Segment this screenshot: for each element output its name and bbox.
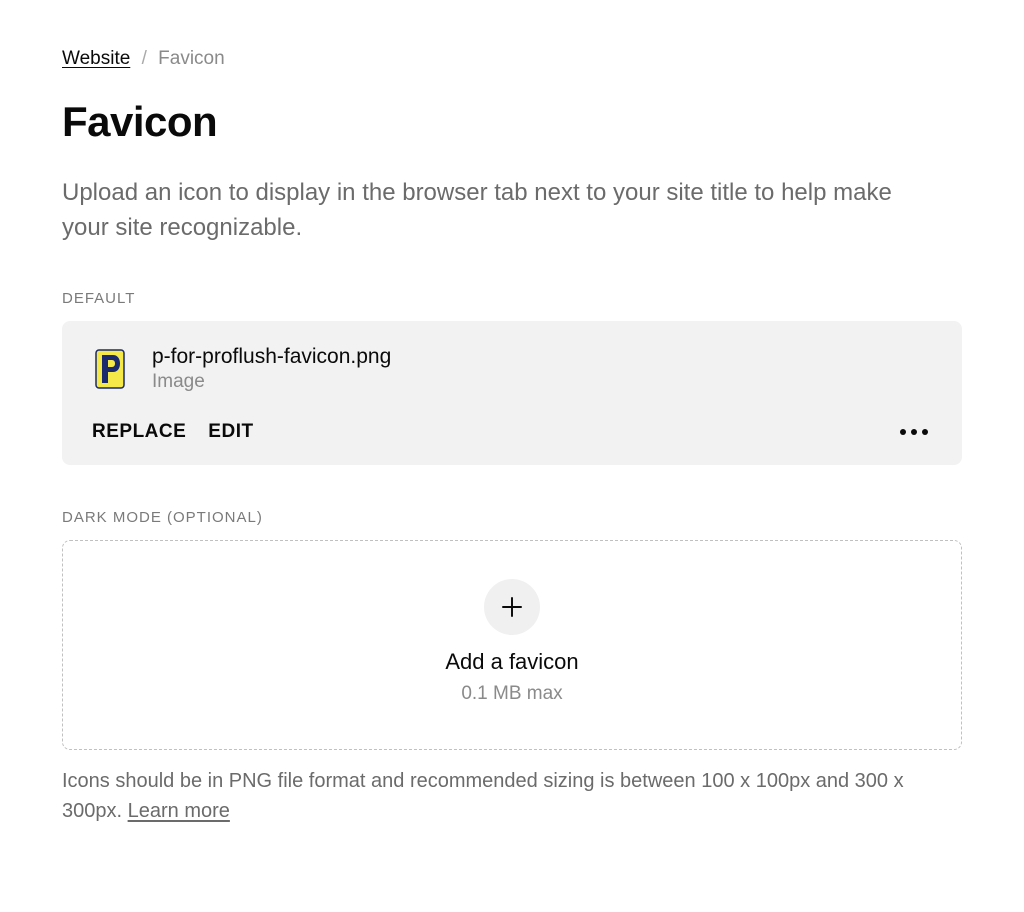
page-description: Upload an icon to display in the browser… [62, 176, 892, 246]
favicon-row: p-for-proflush-favicon.png Image [92, 345, 932, 393]
favicon-card: p-for-proflush-favicon.png Image REPLACE… [62, 321, 962, 465]
favicon-actions: REPLACE EDIT [92, 421, 932, 443]
breadcrumb-root-link[interactable]: Website [62, 48, 130, 69]
page-title: Favicon [62, 98, 962, 146]
plus-icon [499, 594, 525, 620]
action-buttons: REPLACE EDIT [92, 421, 254, 443]
plus-circle [484, 579, 540, 635]
help-text: Icons should be in PNG file format and r… [62, 766, 962, 826]
dropzone-title: Add a favicon [445, 649, 578, 675]
dropzone-subtitle: 0.1 MB max [461, 683, 562, 705]
favicon-type: Image [152, 371, 391, 393]
more-options-button[interactable] [896, 425, 932, 439]
dots-icon [900, 429, 906, 435]
add-favicon-dropzone[interactable]: Add a favicon 0.1 MB max [62, 540, 962, 750]
p-letter-icon [95, 349, 125, 389]
dark-mode-section: DARK MODE (OPTIONAL) Add a favicon 0.1 M… [62, 509, 962, 826]
default-section-label: DEFAULT [62, 290, 962, 307]
edit-button[interactable]: EDIT [208, 421, 253, 443]
favicon-thumbnail [92, 347, 128, 391]
favicon-filename: p-for-proflush-favicon.png [152, 345, 391, 369]
default-section: DEFAULT p-for-proflush-favicon.png Image… [62, 290, 962, 465]
breadcrumb-current: Favicon [158, 48, 225, 69]
dark-mode-section-label: DARK MODE (OPTIONAL) [62, 509, 962, 526]
learn-more-link[interactable]: Learn more [128, 800, 230, 822]
breadcrumb-separator: / [142, 48, 147, 69]
favicon-meta: p-for-proflush-favicon.png Image [152, 345, 391, 393]
breadcrumb: Website / Favicon [62, 48, 962, 70]
replace-button[interactable]: REPLACE [92, 421, 186, 443]
